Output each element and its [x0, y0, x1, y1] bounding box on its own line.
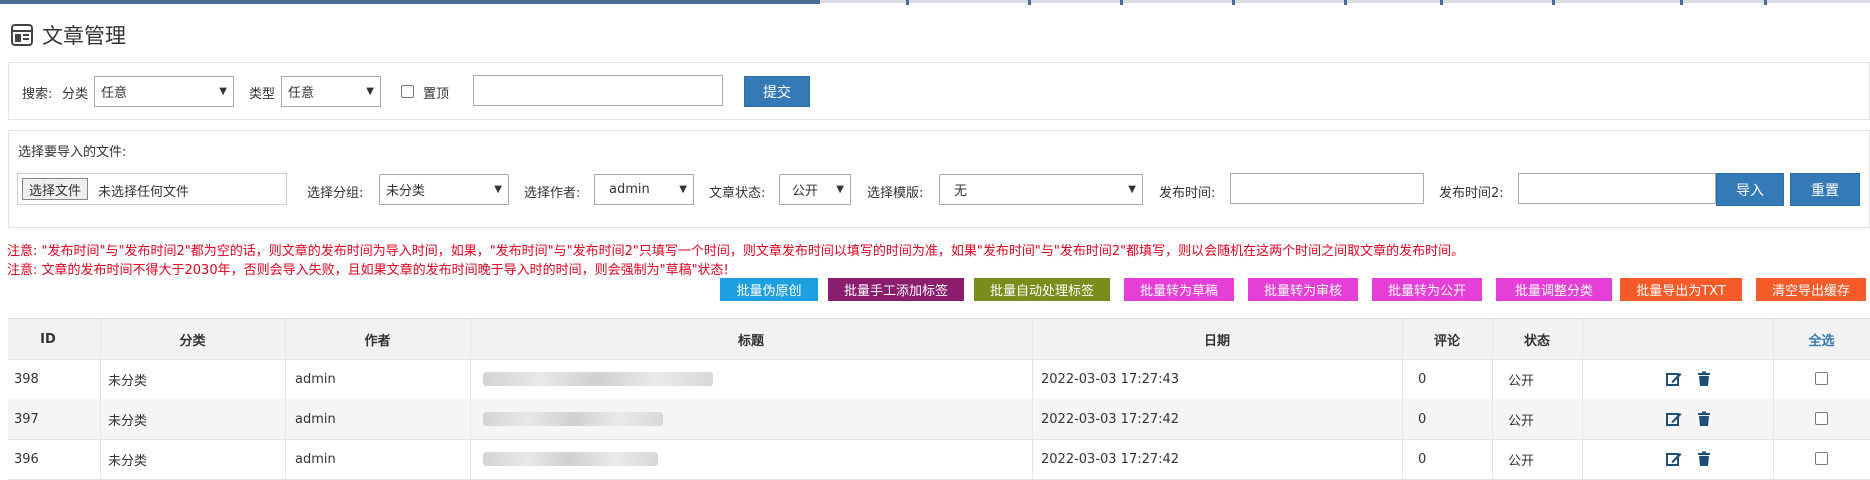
header-date: 日期 — [1203, 333, 1230, 349]
batch-adjust-category-button[interactable]: 批量调整分类 — [1496, 278, 1612, 301]
row-comments: 0 — [1418, 451, 1427, 467]
batch-manual-tag-button[interactable]: 批量手工添加标签 — [828, 278, 964, 301]
type-select-value: 任意 — [288, 86, 315, 101]
file-status: 未选择任何文件 — [98, 185, 190, 200]
author-select[interactable]: admin ▼ — [594, 174, 694, 205]
chevron-down-icon: ▼ — [494, 184, 502, 195]
status-select-value: 公开 — [792, 184, 819, 199]
type-label: 类型 — [249, 87, 276, 102]
trash-icon[interactable] — [1696, 371, 1712, 387]
row-comments: 0 — [1418, 411, 1427, 427]
row-title-redacted[interactable] — [483, 452, 658, 466]
row-category: 未分类 — [108, 373, 148, 389]
batch-to-draft-button[interactable]: 批量转为草稿 — [1124, 278, 1234, 301]
import-panel: 选择要导入的文件: 选择文件 未选择任何文件 选择分组: 未分类 ▼ 选择作者: … — [8, 130, 1870, 228]
edit-icon[interactable] — [1666, 371, 1682, 387]
header-title: 标题 — [737, 333, 764, 349]
pin-label: 置顶 — [423, 87, 450, 102]
row-author: admin — [295, 371, 336, 387]
template-select[interactable]: 无 ▼ — [939, 174, 1143, 205]
row-status: 公开 — [1508, 453, 1535, 469]
batch-export-txt-button[interactable]: 批量导出为TXT — [1620, 278, 1742, 301]
notice-line-2: 注意: 文章的发布时间不得大于2030年，否则会导入失败，且如果文章的发布时间晚… — [7, 263, 729, 278]
row-date: 2022-03-03 17:27:42 — [1041, 451, 1180, 467]
batch-auto-tag-button[interactable]: 批量自动处理标签 — [974, 278, 1110, 301]
time2-label: 发布时间2: — [1439, 186, 1504, 201]
row-id: 397 — [14, 411, 39, 427]
row-checkbox[interactable] — [1815, 372, 1828, 385]
header-comments: 评论 — [1433, 333, 1460, 349]
category-select-value: 任意 — [101, 86, 128, 101]
row-id: 398 — [14, 371, 39, 387]
import-button[interactable]: 导入 — [1716, 173, 1784, 206]
row-checkbox[interactable] — [1815, 452, 1828, 465]
group-select-value: 未分类 — [386, 184, 426, 199]
page-title: 文章管理 — [10, 20, 126, 50]
table-row: 397 未分类 admin 2022-03-03 17:27:42 0 公开 — [8, 399, 1870, 440]
batch-pseudo-original-button[interactable]: 批量伪原创 — [720, 278, 818, 301]
header-status: 状态 — [1523, 333, 1550, 349]
row-status: 公开 — [1508, 373, 1535, 389]
row-category: 未分类 — [108, 413, 148, 429]
table-row: 398 未分类 admin 2022-03-03 17:27:43 0 公开 — [8, 359, 1870, 400]
reset-button[interactable]: 重置 — [1790, 173, 1860, 206]
row-category: 未分类 — [108, 453, 148, 469]
row-status: 公开 — [1508, 413, 1535, 429]
clear-export-cache-button[interactable]: 清空导出缓存 — [1756, 278, 1866, 301]
edit-icon[interactable] — [1666, 451, 1682, 467]
group-select[interactable]: 未分类 ▼ — [379, 174, 509, 205]
keyword-input[interactable] — [473, 75, 723, 106]
table-header: ID 分类 作者 标题 日期 评论 状态 全选 — [8, 319, 1870, 360]
category-select[interactable]: 任意 ▼ — [94, 76, 234, 107]
status-label: 文章状态: — [709, 186, 766, 201]
top-progress-bar — [0, 0, 1870, 5]
chevron-down-icon: ▼ — [366, 86, 374, 97]
header-author: 作者 — [364, 333, 391, 349]
row-title-redacted[interactable] — [483, 372, 713, 386]
row-date: 2022-03-03 17:27:43 — [1041, 371, 1180, 387]
notice-line-1: 注意: "发布时间"与"发布时间2"都为空的话，则文章的发布时间为导入时间，如果… — [7, 244, 1465, 259]
row-id: 396 — [14, 451, 39, 467]
type-select[interactable]: 任意 ▼ — [281, 76, 381, 107]
select-all-link[interactable]: 全选 — [1773, 319, 1870, 359]
template-label: 选择模版: — [867, 186, 924, 201]
author-label: 选择作者: — [524, 186, 581, 201]
trash-icon[interactable] — [1696, 451, 1712, 467]
publish-time2-input[interactable] — [1518, 173, 1716, 204]
chevron-down-icon: ▼ — [1128, 184, 1136, 195]
category-label: 分类 — [62, 87, 89, 102]
table-row: 396 未分类 admin 2022-03-03 17:27:42 0 公开 — [8, 439, 1870, 480]
row-title-redacted[interactable] — [483, 412, 663, 426]
publish-time-input[interactable] — [1230, 173, 1424, 204]
trash-icon[interactable] — [1696, 411, 1712, 427]
choose-file-button[interactable]: 选择文件 — [22, 178, 89, 200]
submit-button[interactable]: 提交 — [744, 76, 810, 107]
row-date: 2022-03-03 17:27:42 — [1041, 411, 1180, 427]
row-author: admin — [295, 411, 336, 427]
group-label: 选择分组: — [307, 186, 364, 201]
article-icon — [11, 24, 33, 46]
search-label: 搜索: — [22, 87, 53, 102]
row-checkbox[interactable] — [1815, 412, 1828, 425]
row-author: admin — [295, 451, 336, 467]
template-select-value: 无 — [954, 184, 968, 199]
file-label: 选择要导入的文件: — [18, 145, 127, 160]
articles-table: ID 分类 作者 标题 日期 评论 状态 全选 398 未分类 admin 20… — [8, 318, 1870, 480]
chevron-down-icon: ▼ — [679, 184, 687, 195]
batch-to-review-button[interactable]: 批量转为审核 — [1248, 278, 1358, 301]
batch-to-public-button[interactable]: 批量转为公开 — [1372, 278, 1482, 301]
edit-icon[interactable] — [1666, 411, 1682, 427]
header-category: 分类 — [179, 333, 206, 349]
pin-checkbox[interactable] — [401, 85, 414, 98]
row-comments: 0 — [1418, 371, 1427, 387]
status-select[interactable]: 公开 ▼ — [779, 174, 851, 205]
search-panel: 搜索: 分类 任意 ▼ 类型 任意 ▼ 置顶 提交 — [8, 62, 1870, 120]
author-select-value: admin — [609, 182, 650, 197]
time1-label: 发布时间: — [1159, 186, 1216, 201]
file-picker: 选择文件 未选择任何文件 — [17, 173, 287, 205]
page-title-text: 文章管理 — [42, 24, 126, 48]
chevron-down-icon: ▼ — [836, 184, 844, 195]
chevron-down-icon: ▼ — [219, 86, 227, 97]
header-id: ID — [40, 331, 56, 347]
